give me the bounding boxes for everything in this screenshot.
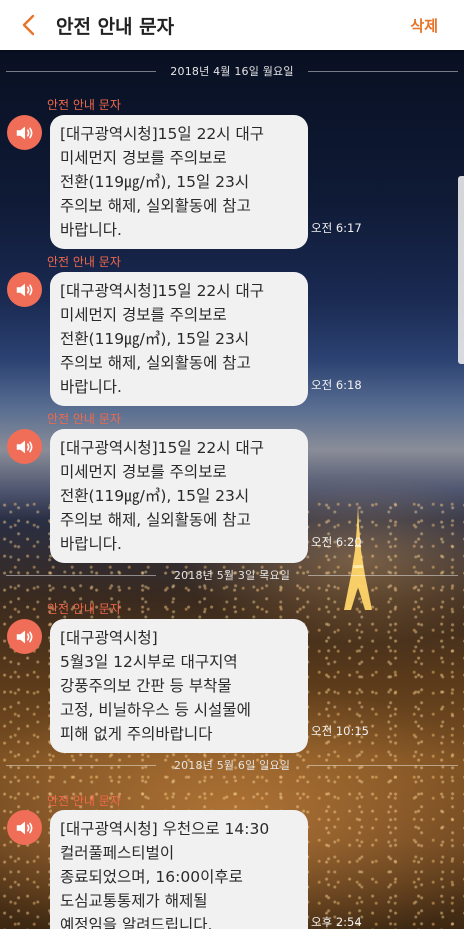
- date-label: 2018년 4월 16일 월요일: [170, 65, 294, 78]
- speaker-icon: [16, 440, 32, 453]
- sender-label: 안전 안내 문자: [47, 794, 121, 808]
- speaker-avatar[interactable]: [7, 619, 42, 654]
- speaker-icon: [16, 283, 32, 296]
- back-button[interactable]: [0, 0, 56, 50]
- speaker-icon: [16, 126, 32, 139]
- message-bubble[interactable]: [대구광역시청]15일 22시 대구 미세먼지 경보를 주의보로 전환(119㎍…: [50, 429, 308, 563]
- message-bubble[interactable]: [대구광역시청]15일 22시 대구 미세먼지 경보를 주의보로 전환(119㎍…: [50, 272, 308, 406]
- scrollbar-thumb[interactable]: [458, 176, 464, 364]
- date-divider: 2018년 4월 16일 월요일: [0, 63, 464, 79]
- date-divider: 2018년 5월 6일 일요일: [0, 757, 464, 773]
- speaker-avatar[interactable]: [7, 115, 42, 150]
- speaker-avatar[interactable]: [7, 810, 42, 845]
- message-time: 오전 6:18: [311, 378, 362, 392]
- speaker-avatar[interactable]: [7, 429, 42, 464]
- sender-label: 안전 안내 문자: [47, 412, 121, 426]
- message-time: 오전 6:20: [311, 535, 362, 549]
- date-divider: 2018년 5월 3일 목요일: [0, 567, 464, 583]
- message-text: [대구광역시청]15일 22시 대구 미세먼지 경보를 주의보로 전환(119㎍…: [60, 282, 264, 396]
- message-text: [대구광역시청]15일 22시 대구 미세먼지 경보를 주의보로 전환(119㎍…: [60, 439, 264, 553]
- page-title: 안전 안내 문자: [56, 15, 175, 38]
- message-bubble[interactable]: [대구광역시청] 5월3일 12시부로 대구지역 강풍주의보 간판 등 부착물 …: [50, 619, 308, 753]
- date-label: 2018년 5월 3일 목요일: [173, 569, 291, 582]
- message-text: [대구광역시청] 우천으로 14:30 컬러풀페스티벌이 종료되었으며, 16:…: [60, 820, 270, 929]
- sender-label: 안전 안내 문자: [47, 255, 121, 269]
- sender-label: 안전 안내 문자: [47, 602, 121, 616]
- date-label: 2018년 5월 6일 일요일: [173, 759, 291, 772]
- delete-button[interactable]: 삭제: [400, 15, 464, 36]
- message-text: [대구광역시청]15일 22시 대구 미세먼지 경보를 주의보로 전환(119㎍…: [60, 125, 264, 239]
- app-header: 안전 안내 문자 삭제: [0, 0, 464, 50]
- message-time: 오후 2:54: [311, 915, 362, 929]
- chevron-left-icon: [22, 14, 35, 36]
- message-text: [대구광역시청] 5월3일 12시부로 대구지역 강풍주의보 간판 등 부착물 …: [60, 629, 251, 743]
- sender-label: 안전 안내 문자: [47, 98, 121, 112]
- eiffel-tower-image: [344, 505, 372, 610]
- message-bubble[interactable]: [대구광역시청] 우천으로 14:30 컬러풀페스티벌이 종료되었으며, 16:…: [50, 810, 308, 929]
- speaker-icon: [16, 630, 32, 643]
- message-time: 오전 10:15: [311, 724, 369, 738]
- message-time: 오전 6:17: [311, 221, 362, 235]
- speaker-avatar[interactable]: [7, 272, 42, 307]
- speaker-icon: [16, 821, 32, 834]
- message-bubble[interactable]: [대구광역시청]15일 22시 대구 미세먼지 경보를 주의보로 전환(119㎍…: [50, 115, 308, 249]
